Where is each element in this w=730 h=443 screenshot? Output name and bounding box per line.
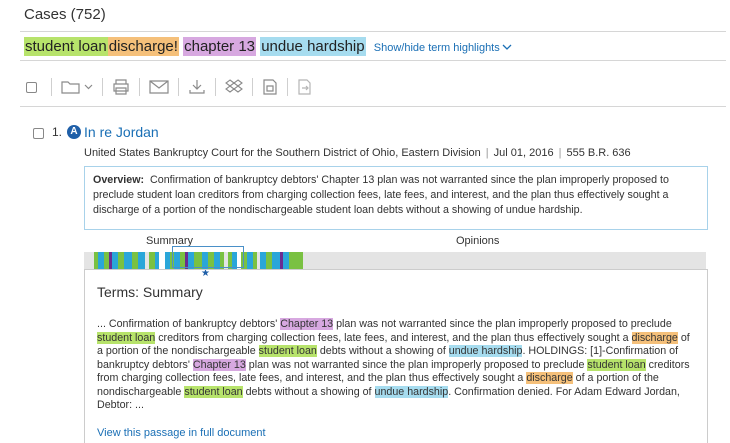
decision-date: Jul 01, 2016 [493, 147, 554, 159]
view-passage-link[interactable]: View this passage in full document [97, 427, 266, 439]
citation: 555 B.R. 636 [566, 147, 631, 159]
term-stripe [84, 252, 94, 269]
term-chip-discharge[interactable]: discharge! [107, 37, 179, 56]
tab-opinions[interactable]: Opinions [456, 235, 499, 247]
selected-section-frame [172, 246, 244, 268]
term-chip-student-loan[interactable]: student loan [24, 37, 108, 56]
overview-box: Overview: Confirmation of bankruptcy deb… [84, 166, 708, 230]
result-title-link[interactable]: In re Jordan [84, 124, 159, 140]
export-icon[interactable] [297, 76, 313, 98]
folder-icon[interactable] [61, 76, 81, 98]
headnote-badge-icon[interactable]: A [67, 125, 81, 139]
toolbar-divider [287, 78, 288, 96]
passage-segment: debts without a showing of [242, 385, 375, 398]
overview-label: Overview: [93, 174, 145, 186]
passage-segment: plan was not warranted since the plan im… [333, 318, 672, 330]
highlighted-term: undue hardship [448, 345, 523, 357]
passage-segment: creditors from charging collection fees,… [155, 331, 632, 344]
passage-segment: ... Confirmation of bankruptcy debtors' [97, 318, 281, 330]
chevron-down-icon[interactable] [84, 76, 93, 98]
highlighted-term: student loan [587, 358, 646, 371]
court-name: United States Bankruptcy Court for the S… [84, 147, 481, 159]
passage-text: ... Confirmation of bankruptcy debtors' … [97, 318, 697, 413]
show-hide-label: Show/hide term highlights [373, 42, 500, 54]
term-chip-chapter-13[interactable]: chapter 13 [183, 37, 257, 56]
overview-text: Confirmation of bankruptcy debtors' Chap… [93, 174, 669, 216]
header-divider [20, 31, 726, 32]
highlighted-term: Chapter 13 [192, 358, 246, 371]
result-checkbox[interactable] [33, 128, 44, 139]
result-number: 1. [52, 125, 63, 139]
highlighted-term: undue hardship [374, 385, 449, 398]
highlighted-term: discharge [631, 331, 678, 344]
highlighted-term: discharge [526, 372, 573, 384]
highlighted-term: student loan [97, 331, 156, 344]
toolbar-divider [102, 78, 103, 96]
result-meta: United States Bankruptcy Court for the S… [84, 147, 631, 159]
highlighted-term: student loan [184, 385, 243, 398]
dropbox-icon[interactable] [225, 76, 243, 98]
term-stripe [124, 252, 132, 269]
email-icon[interactable] [149, 76, 169, 98]
select-all-checkbox[interactable] [26, 81, 37, 93]
download-icon[interactable] [188, 76, 206, 98]
highlighted-term: Chapter 13 [280, 318, 334, 330]
toolbar-divider [252, 78, 253, 96]
toolbar-divider [139, 78, 140, 96]
panel-title: Terms: Summary [97, 284, 203, 300]
passage-segment: debts without a showing of [316, 345, 449, 357]
term-stripe [272, 252, 280, 269]
search-terms-bar: student loan discharge! chapter 13 undue … [24, 37, 512, 56]
show-hide-highlights-link[interactable]: Show/hide term highlights [374, 42, 512, 54]
toolbar-divider [178, 78, 179, 96]
chevron-down-icon [502, 44, 512, 50]
terms-divider [20, 60, 726, 61]
toolbar-divider [51, 78, 52, 96]
print-icon[interactable] [112, 76, 130, 98]
toolbar-divider-line [20, 106, 726, 107]
term-stripe [289, 252, 303, 269]
highlighted-term: student loan [258, 345, 317, 357]
toolbar-divider [215, 78, 216, 96]
results-header: Cases (752) [24, 6, 106, 23]
copy-document-icon[interactable] [262, 76, 278, 98]
toolbar [26, 76, 313, 98]
passage-segment: plan was not warranted since the plan im… [245, 358, 588, 371]
term-stripe [138, 252, 145, 269]
term-chip-undue-hardship[interactable]: undue hardship [260, 37, 366, 56]
